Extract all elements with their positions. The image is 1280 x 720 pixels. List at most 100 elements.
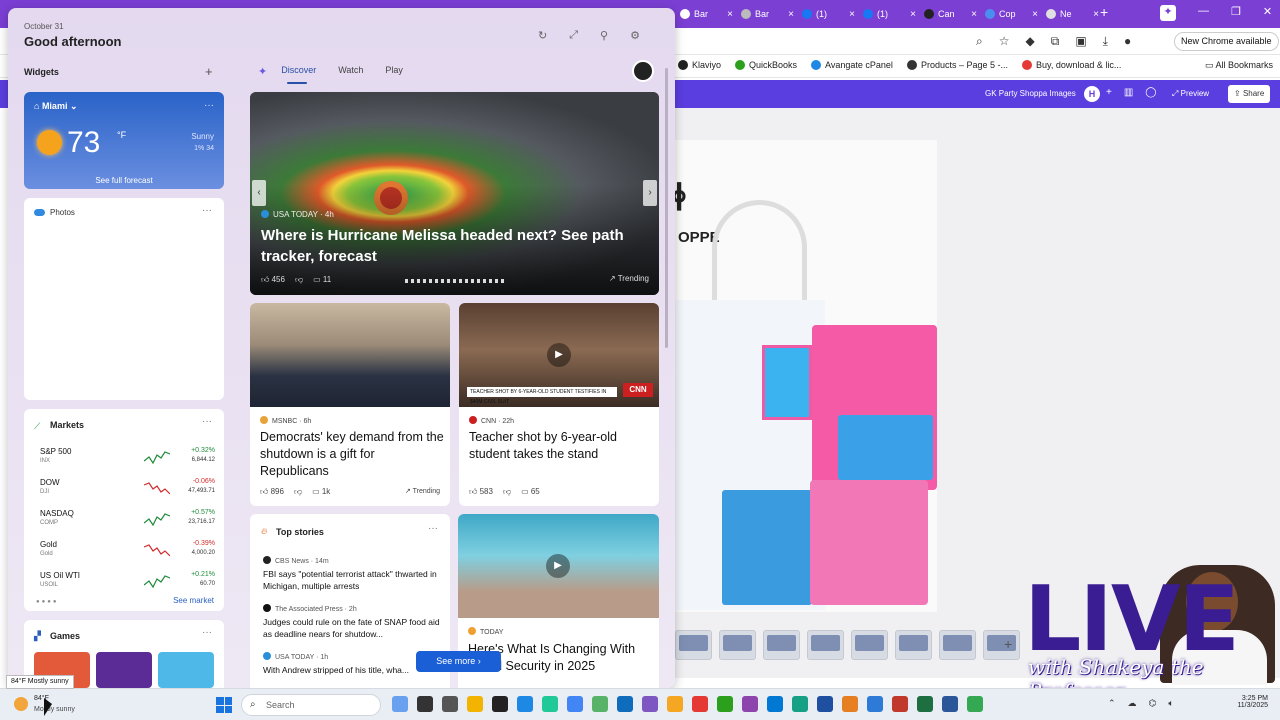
news-headline[interactable]: Democrats' key demand from the shutdown … — [260, 429, 444, 480]
taskbar-app-icon[interactable] — [442, 696, 458, 712]
page-thumbnail[interactable] — [675, 630, 712, 660]
market-row[interactable]: DOW DJI -0.06% 47,493.71 — [40, 478, 215, 506]
browser-tab[interactable]: (1) × — [859, 4, 920, 24]
play-icon[interactable]: ▶ — [546, 554, 570, 578]
tab-close-icon[interactable]: × — [971, 9, 977, 20]
pagination-dots[interactable]: ●●●● — [36, 599, 59, 605]
browser-tab[interactable]: Cop × — [981, 4, 1042, 24]
weather-sun-icon[interactable] — [14, 697, 28, 711]
carousel-prev-button[interactable]: ‹ — [252, 180, 266, 206]
expand-icon[interactable]: ⤢ — [569, 29, 578, 42]
more-options-icon[interactable]: ··· — [204, 100, 214, 111]
taskbar-app-icon[interactable] — [717, 696, 733, 712]
hero-headline[interactable]: Where is Hurricane Melissa headed next? … — [261, 225, 641, 267]
browser-tab[interactable]: Bar × — [676, 4, 737, 24]
taskbar-app-icon[interactable] — [967, 696, 983, 712]
bookmark-item[interactable]: Avangate cPanel — [811, 60, 893, 70]
dislike-icon[interactable]: 👎︎ — [503, 487, 511, 497]
taskbar-app-icon[interactable] — [392, 696, 408, 712]
taskbar-app-icon[interactable] — [592, 696, 608, 712]
bookmark-item[interactable]: QuickBooks — [735, 60, 797, 70]
tab-close-icon[interactable]: × — [849, 9, 855, 20]
taskbar-app-icon[interactable] — [417, 696, 433, 712]
taskbar-app-icon[interactable] — [892, 696, 908, 712]
maximize-button[interactable]: ❐ — [1231, 5, 1241, 21]
feed-scrollbar[interactable] — [665, 68, 668, 348]
browser-tab[interactable]: Bar × — [737, 4, 798, 24]
tab-search-icon[interactable]: ▣ — [1075, 34, 1086, 49]
news-headline[interactable]: Teacher shot by 6-year-old student takes… — [469, 429, 653, 463]
profile-avatar[interactable] — [632, 60, 654, 82]
share-button[interactable]: ⇪ Share — [1228, 85, 1271, 103]
taskbar-app-icon[interactable] — [917, 696, 933, 712]
like-button[interactable]: 👍︎ 456 — [261, 275, 285, 285]
tab-watch[interactable]: Watch — [338, 65, 363, 78]
top-story-item[interactable]: CBS News · 14m FBI says "potential terror… — [263, 556, 443, 592]
page-thumbnail[interactable] — [851, 630, 888, 660]
refresh-icon[interactable]: ↻ — [538, 29, 547, 42]
dislike-icon[interactable]: 👎︎ — [294, 487, 302, 497]
bookmark-item[interactable]: Klaviyo — [678, 60, 721, 70]
carousel-indicator[interactable] — [405, 279, 505, 283]
tab-close-icon[interactable]: × — [1093, 9, 1099, 20]
like-button[interactable]: 👍︎ 583 — [469, 487, 493, 497]
like-button[interactable]: 👍︎ 896 — [260, 487, 284, 497]
browser-tab[interactable]: (1) × — [798, 4, 859, 24]
game-tile[interactable] — [96, 652, 152, 688]
top-story-item[interactable]: The Associated Press · 2h Judges could ru… — [263, 604, 443, 640]
tab-close-icon[interactable]: × — [1032, 9, 1038, 20]
see-full-forecast-link[interactable]: See full forecast — [24, 176, 224, 185]
ai-spark-icon[interactable]: ✦ — [1160, 5, 1176, 21]
photos-widget[interactable]: Photos ··· — [24, 198, 224, 400]
page-thumbnail[interactable] — [895, 630, 932, 660]
comment-button[interactable]: ▭ 11 — [313, 275, 331, 285]
taskbar-app-icon[interactable] — [542, 696, 558, 712]
taskbar-app-icon[interactable] — [742, 696, 758, 712]
tab-play[interactable]: Play — [385, 65, 403, 78]
taskbar-app-icon[interactable] — [867, 696, 883, 712]
pin-icon[interactable]: ⚲ — [600, 29, 608, 42]
taskbar-app-icon[interactable] — [617, 696, 633, 712]
user-avatar[interactable]: H — [1084, 86, 1100, 102]
settings-gear-icon[interactable]: ⚙ — [630, 29, 640, 42]
news-card[interactable]: MSNBC · 6h Democrats' key demand from th… — [250, 303, 450, 506]
more-options-icon[interactable]: ··· — [202, 205, 212, 216]
taskbar-app-icon[interactable] — [767, 696, 783, 712]
market-row[interactable]: S&P 500 INX +0.32% 6,844.12 — [40, 447, 215, 475]
taskbar-app-icon[interactable] — [817, 696, 833, 712]
new-tab-button[interactable]: + — [1100, 4, 1108, 20]
news-card[interactable]: ▶ TEACHER SHOT BY 6-YEAR-OLD STUDENT TES… — [459, 303, 659, 506]
taskbar-app-icon[interactable] — [942, 696, 958, 712]
extension-icon[interactable]: ◆ — [1026, 34, 1035, 49]
dislike-icon[interactable]: 👎︎ — [295, 275, 303, 285]
add-icon[interactable]: + — [1106, 87, 1112, 98]
market-row[interactable]: US Oil WTI USOIL +0.21% 60.70 — [40, 571, 215, 599]
bookmark-star-icon[interactable]: ☆ — [999, 34, 1010, 49]
play-icon[interactable]: ▶ — [547, 343, 571, 367]
copilot-icon[interactable]: ✦ — [258, 65, 267, 78]
browser-tab[interactable]: Ne × — [1042, 4, 1103, 24]
taskbar-app-icon[interactable] — [667, 696, 683, 712]
insights-icon[interactable]: ▥ — [1124, 87, 1133, 98]
page-thumbnail[interactable] — [983, 630, 1020, 660]
chevron-up-icon[interactable]: ⌃ — [1108, 698, 1116, 709]
more-options-icon[interactable]: ··· — [428, 523, 438, 534]
all-bookmarks-folder[interactable]: ▭ All Bookmarks — [1205, 60, 1273, 71]
see-more-button[interactable]: See more › — [416, 651, 501, 672]
taskbar-app-icon[interactable] — [567, 696, 583, 712]
game-tile[interactable] — [158, 652, 214, 688]
taskbar-app-icon[interactable] — [492, 696, 508, 712]
carousel-next-button[interactable]: › — [643, 180, 657, 206]
taskbar-app-icon[interactable] — [517, 696, 533, 712]
market-row[interactable]: Gold Gold -0.39% 4,000.20 — [40, 540, 215, 568]
taskbar-app-icon[interactable] — [467, 696, 483, 712]
page-thumbnail[interactable] — [719, 630, 756, 660]
page-thumbnail[interactable] — [807, 630, 844, 660]
taskbar-app-icon[interactable] — [842, 696, 858, 712]
more-options-icon[interactable]: ··· — [202, 416, 212, 427]
bookmark-item[interactable]: Products – Page 5 -... — [906, 60, 1008, 70]
tab-close-icon[interactable]: × — [788, 9, 794, 20]
comment-button[interactable]: ▭ 65 — [521, 487, 540, 497]
weather-location[interactable]: ⌂ Miami ⌄ — [34, 101, 78, 112]
zoom-icon[interactable]: ⌕ — [976, 34, 983, 49]
